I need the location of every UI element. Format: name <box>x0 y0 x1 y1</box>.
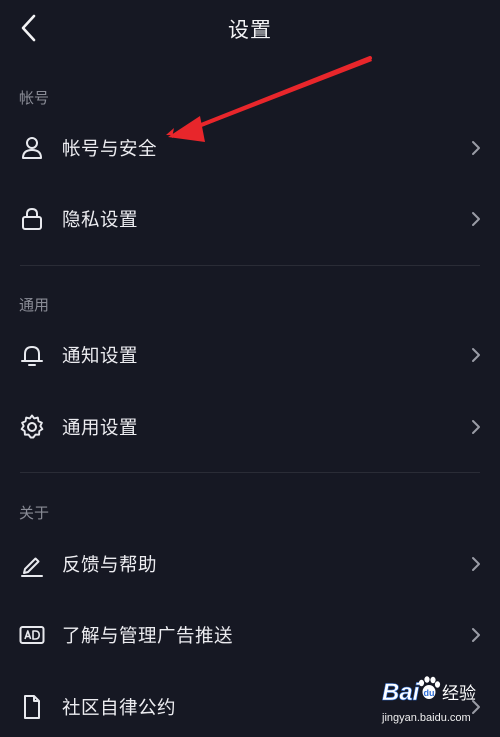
gear-icon <box>20 414 44 439</box>
chevron-right-icon <box>472 348 480 362</box>
chevron-right-icon <box>472 212 480 226</box>
row-feedback-help[interactable]: 反馈与帮助 <box>0 534 500 594</box>
section-divider <box>20 472 480 473</box>
watermark-brand-tail: du <box>424 688 435 698</box>
section-label-about: 关于 <box>19 504 50 522</box>
chevron-right-icon <box>472 628 480 642</box>
header-bar: 设置 <box>0 0 500 58</box>
row-label: 通用设置 <box>62 418 139 439</box>
row-label: 通知设置 <box>62 346 139 367</box>
watermark-url: jingyan.baidu.com <box>382 712 471 724</box>
row-ad-management[interactable]: 了解与管理广告推送 <box>0 605 500 665</box>
page-title: 设置 <box>228 18 272 42</box>
row-general-settings[interactable]: 通用设置 <box>0 397 500 457</box>
lock-icon <box>22 207 42 230</box>
chevron-right-icon <box>472 557 480 571</box>
watermark-suffix: 经验 <box>442 684 476 704</box>
watermark-brand: Bai <box>382 679 421 706</box>
section-label-account: 帐号 <box>19 89 50 107</box>
bell-icon <box>21 346 43 366</box>
row-label: 反馈与帮助 <box>62 555 158 576</box>
pencil-icon <box>21 557 43 577</box>
section-divider <box>20 265 480 266</box>
document-icon <box>24 695 40 719</box>
chevron-right-icon <box>472 420 480 434</box>
user-icon <box>22 137 42 159</box>
section-label-general: 通用 <box>19 296 50 314</box>
row-privacy-settings[interactable]: 隐私设置 <box>0 189 500 249</box>
row-label: 帐号与安全 <box>62 139 158 160</box>
row-account-security[interactable]: 帐号与安全 <box>0 118 500 178</box>
paw-icon: du <box>418 676 441 699</box>
row-label: 隐私设置 <box>62 210 139 231</box>
ad-icon <box>19 626 45 644</box>
row-label: 了解与管理广告推送 <box>62 626 234 647</box>
row-notification-settings[interactable]: 通知设置 <box>0 325 500 385</box>
chevron-right-icon <box>472 141 480 155</box>
row-label: 社区自律公约 <box>62 698 177 719</box>
